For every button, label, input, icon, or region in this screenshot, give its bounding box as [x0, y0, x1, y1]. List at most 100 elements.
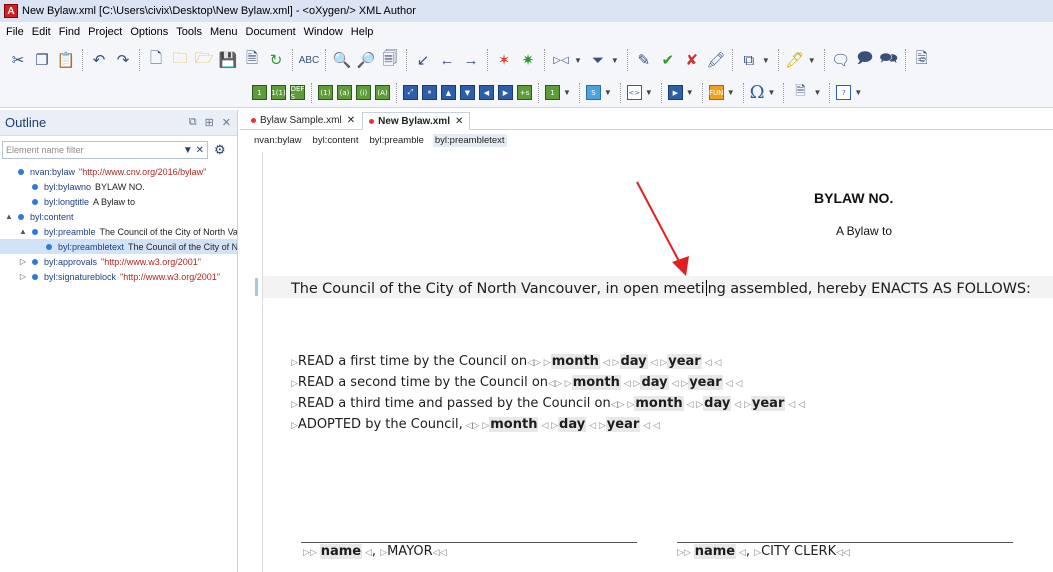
collapse-icon[interactable]: ▲ [18, 227, 28, 236]
approval-line[interactable]: ▷ADOPTED by the Council, ◁▷ ▷month ◁ ▷da… [291, 414, 805, 435]
reload-icon[interactable]: ↻ [266, 50, 286, 70]
back-icon[interactable]: ← [437, 50, 457, 70]
day-field[interactable]: day [640, 375, 669, 390]
approval-line[interactable]: ▷READ a first time by the Council on◁▷ ▷… [291, 351, 805, 372]
menu-file[interactable]: File [2, 26, 28, 38]
move-down-icon[interactable]: ▼ [460, 85, 475, 100]
collapse-icon[interactable]: ▲ [4, 212, 14, 221]
chevron-down-icon[interactable]: ▼ [686, 88, 694, 97]
outline-tree-row[interactable]: ▲ byl:content [0, 209, 237, 224]
close-icon[interactable]: ✕ [455, 116, 463, 127]
chevron-down-icon[interactable]: ▼ [183, 145, 193, 156]
open-url-icon[interactable]: 🗁 [194, 50, 214, 70]
xpath-icon[interactable]: 🗐 [380, 50, 400, 70]
insert-section-button[interactable]: 1 [252, 85, 267, 100]
bylaw-longtitle[interactable]: A Bylaw to [836, 224, 892, 238]
preamble-text[interactable]: The Council of the City of North Vancouv… [291, 280, 1031, 297]
redo-icon[interactable]: ↷ [113, 50, 133, 70]
expand-icon[interactable]: ▷ [18, 257, 28, 266]
document-canvas[interactable]: BYLAW NO. A Bylaw to The Council of the … [255, 152, 1053, 572]
menu-menu[interactable]: Menu [206, 26, 242, 38]
pause-icon[interactable]: ⏸ [422, 85, 437, 100]
spellcheck-icon[interactable]: ABC [299, 50, 320, 70]
doc-properties-icon[interactable]: 🗟 [912, 50, 932, 70]
chevron-down-icon[interactable]: ▼ [563, 88, 571, 97]
day-field[interactable]: day [703, 396, 732, 411]
move-up-icon[interactable]: ▲ [441, 85, 456, 100]
save-icon[interactable]: 💾 [218, 50, 238, 70]
chevron-down-icon[interactable]: ▼ [645, 88, 653, 97]
transform-icon[interactable]: ▷◁ [551, 50, 571, 70]
find-icon[interactable]: 🔍 [332, 50, 352, 70]
month-field[interactable]: month [489, 417, 539, 432]
forward-icon[interactable]: → [461, 50, 481, 70]
remove-comment-icon[interactable]: 🗪 [879, 50, 899, 70]
validate-icon[interactable]: ✶ [494, 50, 514, 70]
signature-clerk[interactable]: ▷▷ name ◁, ▷CITY CLERK◁◁ [677, 544, 850, 559]
track-changes-icon[interactable]: ✎ [634, 50, 654, 70]
outline-tree-row[interactable]: byl:longtitle A Bylaw to [0, 194, 237, 209]
breadcrumb-item[interactable]: byl:preamble [367, 134, 425, 147]
chevron-down-icon[interactable]: ▼ [611, 56, 619, 65]
comment-icon[interactable]: 🖍 [706, 50, 726, 70]
signature-mayor[interactable]: ▷▷ name ◁, ▷MAYOR◁◁ [303, 544, 447, 559]
outline-tree-row[interactable]: ▷ byl:approvals "http://www.w3.org/2001" [0, 254, 237, 269]
menu-help[interactable]: Help [347, 26, 378, 38]
year-field[interactable]: year [667, 354, 702, 369]
expand-icon[interactable]: ▷ [18, 272, 28, 281]
menu-options[interactable]: Options [126, 26, 172, 38]
insert-subsection-button[interactable]: 1(1) [271, 85, 286, 100]
pin-icon[interactable]: ⊞ [205, 116, 214, 129]
chevron-down-icon[interactable]: ▼ [808, 56, 816, 65]
insert-paragraph-alpha-button[interactable]: (a) [337, 85, 352, 100]
menu-edit[interactable]: Edit [28, 26, 55, 38]
close-icon[interactable]: ✕ [222, 116, 231, 129]
insert-paragraph-num-button[interactable]: (1) [318, 85, 333, 100]
year-field[interactable]: year [688, 375, 723, 390]
find-in-files-icon[interactable]: 🔎 [356, 50, 376, 70]
bylaw-number[interactable]: BYLAW NO. [814, 190, 893, 206]
play-icon[interactable]: ▶ [667, 85, 683, 100]
name-field[interactable]: name [693, 544, 737, 559]
tab-new-bylaw[interactable]: New Bylaw.xml ✕ [362, 112, 471, 130]
menu-tools[interactable]: Tools [172, 26, 206, 38]
move-left-icon[interactable]: ◀ [479, 85, 494, 100]
year-field[interactable]: year [605, 417, 641, 432]
save-all-icon[interactable]: 🗎 [242, 50, 262, 70]
insert-definition-button[interactable]: DEF S [290, 85, 305, 101]
outline-tree-row[interactable]: ▲ byl:preamble The Council of the City of … [0, 224, 237, 239]
accept-change-icon[interactable]: ✔ [658, 50, 678, 70]
close-icon[interactable]: ✕ [347, 115, 355, 126]
month-field[interactable]: month [634, 396, 684, 411]
to-start-icon[interactable]: ↙ [413, 50, 433, 70]
outline-tree-row[interactable]: byl:bylawno BYLAW NO. [0, 179, 237, 194]
gear-icon[interactable]: ⚙ [214, 142, 226, 158]
approval-line[interactable]: ▷READ a second time by the Council on◁▷ … [291, 372, 805, 393]
approvals-block[interactable]: ▷READ a first time by the Council on◁▷ ▷… [291, 351, 805, 435]
wrap-icon[interactable]: ⤢ [403, 85, 418, 100]
float-icon[interactable]: ⧉ [189, 116, 197, 129]
insert-symbol-icon[interactable]: Ω [750, 82, 765, 103]
chevron-down-icon[interactable]: ▼ [762, 56, 770, 65]
numbering-button[interactable]: 1 [545, 85, 560, 100]
add-comment-icon[interactable]: 🗨 [831, 50, 851, 70]
chevron-down-icon[interactable]: ▼ [813, 88, 821, 97]
move-right-icon[interactable]: ▶ [498, 85, 513, 100]
menu-project[interactable]: Project [84, 26, 126, 38]
validation-options-icon[interactable]: ✷ [518, 50, 538, 70]
name-field[interactable]: name [319, 544, 363, 559]
menu-document[interactable]: Document [242, 26, 300, 38]
menu-find[interactable]: Find [55, 26, 84, 38]
outline-tree-row[interactable]: byl:preambletext The Council of the City … [0, 239, 237, 254]
menu-window[interactable]: Window [300, 26, 347, 38]
new-file-icon[interactable]: 🗋 [146, 50, 166, 70]
element-filter-input[interactable]: Element name filter ▼ ✕ [2, 141, 208, 159]
undo-icon[interactable]: ↶ [89, 50, 109, 70]
outline-tree-row[interactable]: ▷ byl:signatureblock "http://www.w3.org/20… [0, 269, 237, 284]
chevron-down-icon[interactable]: ▼ [727, 88, 735, 97]
reject-change-icon[interactable]: ✘ [682, 50, 702, 70]
tags-button[interactable]: <> [626, 85, 642, 100]
insert-s-button[interactable]: +s [517, 85, 532, 100]
function-button[interactable]: FUN [708, 85, 724, 100]
approval-line[interactable]: ▷READ a third time and passed by the Cou… [291, 393, 805, 414]
